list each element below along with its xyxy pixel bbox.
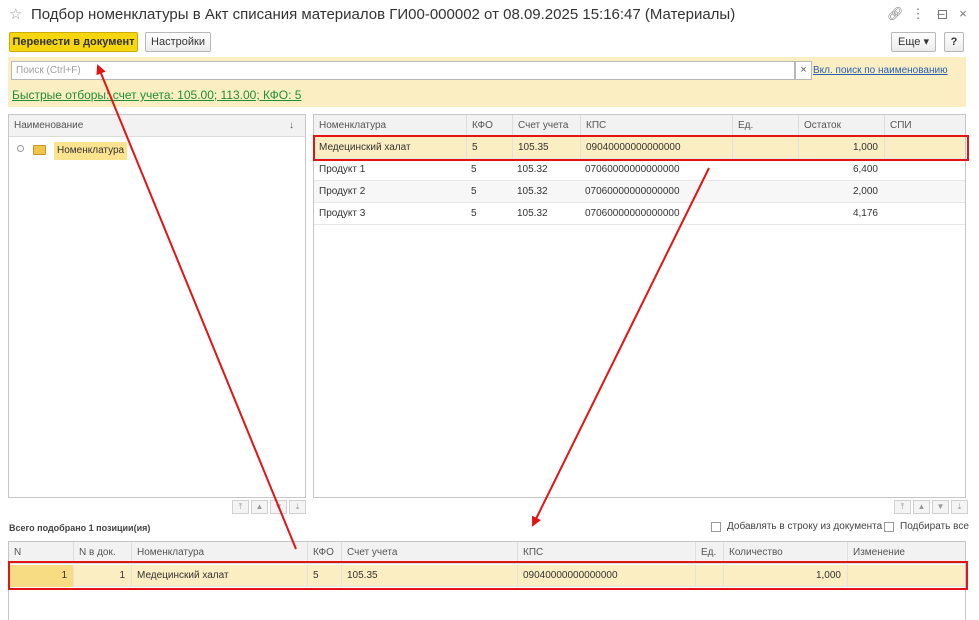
cell-name: Продукт 1: [319, 164, 366, 175]
selected-total: Всего подобрано 1 позиции(ия): [9, 523, 151, 533]
cell-spi: [884, 181, 965, 203]
quick-filters-link[interactable]: Быстрые отборы: счет учета: 105.00; 113.…: [12, 88, 301, 102]
folder-icon: [33, 145, 46, 155]
cell-unit: [732, 159, 798, 181]
pick-all-checkbox[interactable]: [884, 522, 894, 532]
tree-header-name[interactable]: Наименование: [9, 115, 83, 137]
col-unit[interactable]: Ед.: [732, 115, 798, 137]
sort-icon[interactable]: ↓: [284, 115, 294, 137]
table-row[interactable]: Продукт 2 5 105.32 07060000000000000 2,0…: [314, 181, 965, 203]
scroll-bottom-icon[interactable]: ⤓: [951, 500, 968, 514]
search-input[interactable]: Поиск (Ctrl+F): [11, 61, 795, 80]
close-icon[interactable]: ×: [956, 6, 970, 22]
items-scroll-buttons: ⤒ ▲ ▼ ⤓: [894, 500, 968, 514]
link-icon[interactable]: 🔗︎: [887, 6, 904, 22]
tree-node-label: Номенклатура: [54, 142, 128, 160]
more-label: Еще: [898, 36, 921, 48]
title-bar: ☆ Подбор номенклатуры в Акт списания мат…: [0, 0, 979, 30]
cell-account: 105.32: [517, 208, 548, 219]
cell-account: 105.32: [517, 164, 548, 175]
tree-scroll-buttons: ⤒ ▲ ▼ ⤓: [232, 500, 306, 514]
scroll-top-icon[interactable]: ⤒: [894, 500, 911, 514]
cell-rest: 6,400: [852, 164, 878, 175]
annotation-highlight-box: [313, 135, 969, 161]
col-kps[interactable]: КПС: [580, 115, 732, 137]
cell-unit: [732, 203, 798, 225]
cell-name: Продукт 3: [319, 208, 366, 219]
cell-spi: [884, 203, 965, 225]
chevron-down-icon: ▾: [923, 36, 929, 48]
more-button[interactable]: Еще ▾: [891, 32, 936, 52]
clear-search-button[interactable]: ×: [795, 61, 812, 80]
cell-name: Продукт 2: [319, 186, 366, 197]
add-to-row-label: Добавлять в строку из документа: [727, 521, 883, 532]
cell-account: 105.32: [517, 186, 548, 197]
cell-rest: 4,176: [852, 208, 878, 219]
pick-all-label: Подбирать все: [900, 521, 969, 532]
more-vertical-icon[interactable]: ⋮: [911, 6, 925, 22]
search-by-name-link[interactable]: Вкл. поиск по наименованию: [813, 65, 948, 76]
search-panel: Поиск (Ctrl+F) × Вкл. поиск по наименова…: [8, 57, 966, 107]
annotation-highlight-box: [8, 561, 968, 590]
scroll-up-icon[interactable]: ▲: [913, 500, 930, 514]
scroll-down-icon[interactable]: ▼: [932, 500, 949, 514]
window-title: Подбор номенклатуры в Акт списания матер…: [31, 6, 736, 23]
cell-rest: 2,000: [852, 186, 878, 197]
tree-panel: Наименование ↓ Номенклатура: [8, 114, 306, 498]
tree-header: Наименование ↓: [9, 115, 305, 137]
items-table: Номенклатура КФО Счет учета КПС Ед. Оста…: [313, 114, 966, 498]
help-button[interactable]: ?: [944, 32, 964, 52]
cell-kfo: 5: [471, 186, 477, 197]
cell-kfo: 5: [471, 208, 477, 219]
col-kfo[interactable]: КФО: [466, 115, 512, 137]
tree-expand-icon[interactable]: [17, 145, 24, 152]
add-to-row-checkbox[interactable]: [711, 522, 721, 532]
star-icon[interactable]: ☆: [9, 5, 22, 23]
maximize-icon[interactable]: [938, 10, 947, 19]
col-spi[interactable]: СПИ: [884, 115, 965, 137]
table-row[interactable]: Продукт 1 5 105.32 07060000000000000 6,4…: [314, 159, 965, 181]
scroll-up-icon[interactable]: ▲: [251, 500, 268, 514]
scroll-down-icon[interactable]: ▼: [270, 500, 287, 514]
cell-kps: 07060000000000000: [585, 208, 680, 219]
cell-kfo: 5: [471, 164, 477, 175]
col-rest[interactable]: Остаток: [798, 115, 884, 137]
transfer-button[interactable]: Перенести в документ: [9, 32, 138, 52]
col-nomenclature[interactable]: Номенклатура: [314, 115, 464, 137]
cell-kps: 07060000000000000: [585, 186, 680, 197]
table-row[interactable]: Продукт 3 5 105.32 07060000000000000 4,1…: [314, 203, 965, 225]
cell-kps: 07060000000000000: [585, 164, 680, 175]
col-account[interactable]: Счет учета: [512, 115, 580, 137]
cell-unit: [732, 181, 798, 203]
items-header: Номенклатура КФО Счет учета КПС Ед. Оста…: [314, 115, 965, 137]
scroll-top-icon[interactable]: ⤒: [232, 500, 249, 514]
settings-button[interactable]: Настройки: [145, 32, 211, 52]
cell-spi: [884, 159, 965, 181]
scroll-bottom-icon[interactable]: ⤓: [289, 500, 306, 514]
